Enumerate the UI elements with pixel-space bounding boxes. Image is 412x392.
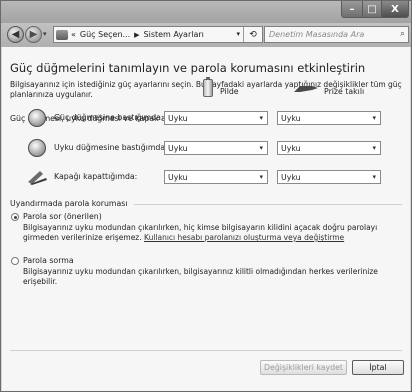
recent-pages-dropdown-icon[interactable]: ▾	[43, 30, 47, 38]
address-dropdown-icon[interactable]: ▾	[236, 30, 240, 38]
select-value: Uyku	[168, 113, 188, 123]
close-button[interactable]: X	[381, 1, 409, 18]
chevron-down-icon: ▾	[259, 144, 263, 152]
lid-close-plugged-select[interactable]: Uyku ▾	[277, 170, 381, 184]
control-panel-window: – □ X ◀ ▶ ▾ « Güç Seçen... ▶ Sistem Ayar…	[0, 0, 412, 392]
forward-button[interactable]: ▶	[25, 26, 42, 43]
row-label-sleep-button: Uyku düğmesine bastığımda:	[54, 143, 168, 152]
battery-icon	[203, 77, 213, 97]
option-no-password-desc: Bilgisayarınız uyku modundan çıkarılırke…	[23, 267, 378, 286]
option-require-password-desc: Bilgisayarınız uyku modundan çıkarılırke…	[23, 223, 393, 243]
address-overflow-chevron[interactable]: «	[71, 30, 76, 39]
column-header-plugged-in: Prize takılı	[324, 87, 365, 96]
chevron-down-icon: ▾	[259, 114, 263, 122]
lid-close-battery-select[interactable]: Uyku ▾	[164, 170, 268, 184]
plug-icon	[294, 86, 318, 92]
select-value: Uyku	[281, 113, 301, 123]
sleep-button-battery-select[interactable]: Uyku ▾	[164, 141, 268, 155]
search-input[interactable]: Denetim Masasında Ara ⌕	[264, 26, 409, 43]
search-icon[interactable]: ⌕	[400, 29, 405, 39]
page-title: Güç düğmelerini tanımlayın ve parola kor…	[10, 61, 366, 75]
password-section-heading: Uyandırmada parola koruması	[10, 199, 128, 208]
laptop-lid-icon	[28, 171, 47, 185]
minimize-button[interactable]: –	[341, 1, 363, 18]
power-button-battery-select[interactable]: Uyku ▾	[164, 111, 268, 125]
navigation-bar: ◀ ▶ ▾ « Güç Seçen... ▶ Sistem Ayarları ▾…	[1, 23, 411, 47]
row-label-power-button: Güç düğmesine bastığımda:	[54, 113, 164, 122]
option-no-password-title[interactable]: Parola sorma	[23, 256, 74, 265]
chevron-down-icon: ▾	[372, 173, 376, 181]
cancel-button[interactable]: İptal	[352, 360, 404, 375]
option-require-password-title[interactable]: Parola sor (önerilen)	[23, 212, 102, 221]
select-value: Uyku	[281, 143, 301, 153]
select-value: Uyku	[168, 172, 188, 182]
section-divider	[134, 204, 402, 205]
sleep-button-plugged-select[interactable]: Uyku ▾	[277, 141, 381, 155]
power-button-icon	[28, 109, 46, 127]
chevron-down-icon: ▾	[372, 144, 376, 152]
search-placeholder: Denetim Masasında Ara	[269, 30, 365, 39]
maximize-button[interactable]: □	[362, 1, 382, 18]
radio-no-password[interactable]	[11, 257, 19, 265]
select-value: Uyku	[168, 143, 188, 153]
breadcrumb-item-power-options[interactable]: Güç Seçen...	[80, 30, 130, 39]
power-button-plugged-select[interactable]: Uyku ▾	[277, 111, 381, 125]
chevron-down-icon: ▾	[372, 114, 376, 122]
main-content: Güç düğmelerini tanımlayın ve parola kor…	[2, 47, 410, 391]
change-password-link[interactable]: Kullanıcı hesabı parolanızı oluşturma ve…	[144, 233, 344, 242]
refresh-button[interactable]: ⟲	[243, 27, 262, 42]
column-header-battery: Pilde	[220, 87, 239, 96]
control-panel-icon	[56, 29, 68, 40]
row-label-lid-close: Kapağı kapattığımda:	[54, 172, 138, 181]
breadcrumb-separator-icon[interactable]: ▶	[134, 31, 139, 39]
sleep-button-icon	[28, 139, 46, 157]
select-value: Uyku	[281, 172, 301, 182]
footer-divider	[10, 350, 402, 351]
address-bar[interactable]: « Güç Seçen... ▶ Sistem Ayarları ▾ ⟲	[53, 26, 263, 43]
save-changes-button[interactable]: Değişiklikleri kaydet	[260, 360, 347, 375]
title-bar: – □ X	[1, 1, 411, 23]
back-button[interactable]: ◀	[7, 26, 24, 43]
radio-require-password[interactable]	[11, 213, 19, 221]
breadcrumb-item-system-settings[interactable]: Sistem Ayarları	[144, 30, 204, 39]
chevron-down-icon: ▾	[259, 173, 263, 181]
